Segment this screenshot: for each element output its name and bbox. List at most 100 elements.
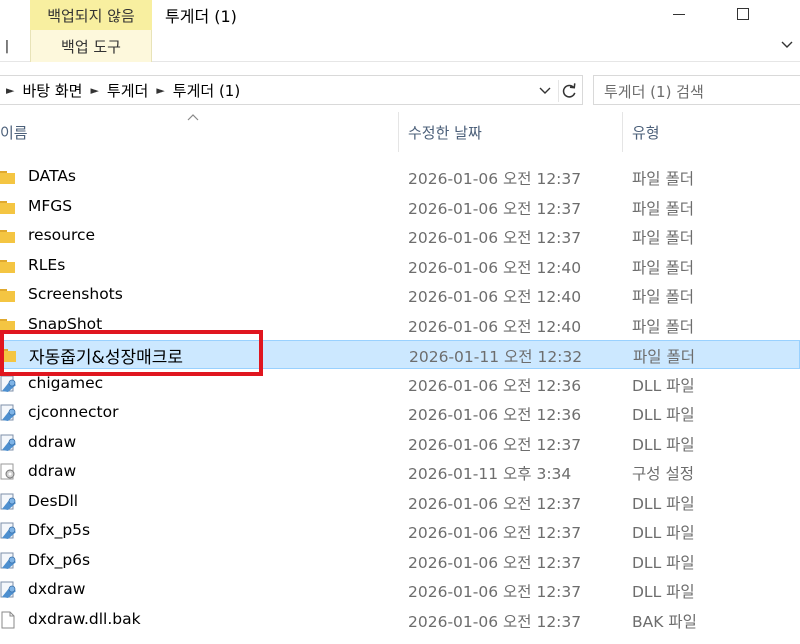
file-modified-date: 2026-01-06 오전 12:37 (408, 170, 582, 188)
column-divider[interactable] (622, 112, 623, 152)
file-row[interactable]: ddraw 2026-01-06 오전 12:37 DLL 파일 (0, 429, 800, 458)
dll-icon (0, 375, 18, 393)
file-name[interactable]: MFGS (28, 197, 72, 215)
file-type: 파일 폴더 (632, 170, 694, 188)
breadcrumb-together[interactable]: 투게더 (107, 80, 148, 101)
folder-row[interactable]: DATAs 2026-01-06 오전 12:37 파일 폴더 (0, 163, 800, 192)
maximize-button[interactable] (720, 0, 766, 28)
file-row[interactable]: Dfx_p5s 2026-01-06 오전 12:37 DLL 파일 (0, 517, 800, 546)
file-name[interactable]: Screenshots (28, 285, 123, 303)
navigation-bar: ► 바탕 화면 ► 투게더 ► 투게더 (1) 투게더 (1) 검색 (0, 73, 800, 109)
file-name[interactable]: ddraw (28, 462, 76, 480)
breadcrumb-desktop[interactable]: 바탕 화면 (22, 80, 82, 101)
file-type: 파일 폴더 (632, 258, 694, 277)
folder-row[interactable]: 자동줍기&성장매크로 2026-01-11 오전 12:32 파일 폴더 (0, 340, 800, 369)
file-name[interactable]: dxdraw (28, 580, 85, 598)
file-type: DLL 파일 (632, 494, 695, 513)
file-name[interactable]: DesDll (28, 492, 78, 510)
file-modified-date: 2026-01-06 오전 12:37 (408, 583, 582, 601)
minimize-button[interactable] (656, 0, 702, 28)
file-row[interactable]: cjconnector 2026-01-06 오전 12:36 DLL 파일 (0, 399, 800, 428)
file-modified-date: 2026-01-06 오전 12:40 (408, 317, 582, 336)
sort-ascending-icon (187, 114, 199, 121)
file-modified-date: 2026-01-06 오전 12:37 (408, 612, 582, 631)
file-modified-date: 2026-01-06 오전 12:37 (408, 524, 582, 542)
column-header-name[interactable]: 이름 (0, 122, 28, 143)
file-type: DLL 파일 (632, 553, 695, 572)
folder-row[interactable]: Screenshots 2026-01-06 오전 12:40 파일 폴더 (0, 281, 800, 310)
folder-icon (0, 227, 18, 245)
file-row[interactable]: dxdraw.dll.bak 2026-01-06 오전 12:37 BAK 파일 (0, 606, 800, 635)
tab-backup-tools[interactable]: 백업 도구 (30, 30, 152, 62)
search-box[interactable]: 투게더 (1) 검색 (593, 75, 800, 105)
dll-icon (0, 404, 18, 422)
file-modified-date: 2026-01-06 오전 12:40 (408, 258, 582, 277)
search-input[interactable]: 투게더 (1) 검색 (604, 81, 704, 102)
file-type: 파일 폴더 (632, 317, 694, 336)
column-divider[interactable] (398, 112, 399, 152)
folder-icon (0, 257, 18, 275)
chevron-right-icon[interactable]: ► (6, 84, 14, 97)
file-type: 파일 폴더 (633, 348, 695, 366)
folder-icon (1, 346, 19, 364)
file-modified-date: 2026-01-06 오전 12:37 (408, 435, 582, 454)
dll-icon (0, 522, 18, 540)
file-row[interactable]: chigamec 2026-01-06 오전 12:36 DLL 파일 (0, 370, 800, 399)
folder-row[interactable]: resource 2026-01-06 오전 12:37 파일 폴더 (0, 222, 800, 251)
file-row[interactable]: ddraw 2026-01-11 오후 3:34 구성 설정 (0, 458, 800, 487)
breadcrumb-together-1[interactable]: 투게더 (1) (173, 80, 240, 101)
file-name[interactable]: SnapShot (28, 315, 102, 333)
file-row[interactable]: dxdraw 2026-01-06 오전 12:37 DLL 파일 (0, 576, 800, 605)
folder-row[interactable]: SnapShot 2026-01-06 오전 12:40 파일 폴더 (0, 311, 800, 340)
ribbon-tabs: ㅣ 백업 도구 (0, 30, 800, 62)
chevron-right-icon[interactable]: ► (90, 84, 98, 97)
file-modified-date: 2026-01-06 오전 12:37 (408, 199, 582, 218)
address-history-chevron-icon[interactable] (538, 84, 552, 98)
file-type: DLL 파일 (632, 376, 695, 395)
config-icon (0, 463, 18, 481)
file-icon (0, 611, 18, 629)
file-name[interactable]: chigamec (28, 374, 103, 392)
folder-row[interactable]: MFGS 2026-01-06 오전 12:37 파일 폴더 (0, 193, 800, 222)
file-modified-date: 2026-01-06 오전 12:40 (408, 288, 582, 306)
file-name[interactable]: DATAs (28, 167, 76, 185)
file-name[interactable]: resource (28, 226, 95, 244)
file-modified-date: 2026-01-11 오전 12:32 (409, 348, 583, 366)
file-row[interactable]: Dfx_p6s 2026-01-06 오전 12:37 DLL 파일 (0, 547, 800, 576)
file-modified-date: 2026-01-06 오전 12:37 (408, 494, 582, 513)
file-name[interactable]: ddraw (28, 433, 76, 451)
file-type: DLL 파일 (632, 435, 695, 454)
file-type: 파일 폴더 (632, 199, 694, 218)
window-title: 투게더 (1) (165, 7, 237, 26)
folder-row[interactable]: RLEs 2026-01-06 오전 12:40 파일 폴더 (0, 252, 800, 281)
file-type: 파일 폴더 (632, 229, 694, 247)
file-name[interactable]: cjconnector (28, 403, 118, 421)
column-header-date[interactable]: 수정한 날짜 (408, 122, 482, 143)
file-name[interactable]: Dfx_p6s (28, 551, 90, 569)
column-header-type[interactable]: 유형 (632, 122, 660, 143)
folder-icon (0, 198, 18, 216)
file-name[interactable]: RLEs (28, 256, 65, 274)
ribbon-tab-partial[interactable]: ㅣ (0, 36, 14, 57)
refresh-icon[interactable] (558, 80, 580, 102)
dll-icon (0, 552, 18, 570)
chevron-down-icon[interactable] (780, 38, 794, 52)
file-modified-date: 2026-01-06 오전 12:36 (408, 376, 582, 395)
file-modified-date: 2026-01-06 오전 12:37 (408, 229, 582, 247)
breadcrumb: ► 바탕 화면 ► 투게더 ► 투게더 (1) (6, 80, 240, 101)
file-type: DLL 파일 (632, 583, 695, 601)
address-bar[interactable]: ► 바탕 화면 ► 투게더 ► 투게더 (1) (0, 75, 583, 105)
file-modified-date: 2026-01-06 오전 12:37 (408, 553, 582, 572)
file-name[interactable]: 자동줍기&성장매크로 (29, 343, 183, 368)
folder-icon (0, 168, 18, 186)
column-headers: 이름 수정한 날짜 유형 (0, 112, 800, 152)
file-type: DLL 파일 (632, 406, 695, 424)
minimize-icon (673, 13, 685, 15)
file-modified-date: 2026-01-06 오전 12:36 (408, 406, 582, 424)
file-row[interactable]: DesDll 2026-01-06 오전 12:37 DLL 파일 (0, 488, 800, 517)
file-name[interactable]: Dfx_p5s (28, 521, 90, 539)
contextual-tab-header[interactable]: 백업되지 않음 (30, 0, 152, 30)
file-type: BAK 파일 (632, 612, 697, 631)
chevron-right-icon[interactable]: ► (156, 84, 164, 97)
file-name[interactable]: dxdraw.dll.bak (28, 610, 141, 628)
